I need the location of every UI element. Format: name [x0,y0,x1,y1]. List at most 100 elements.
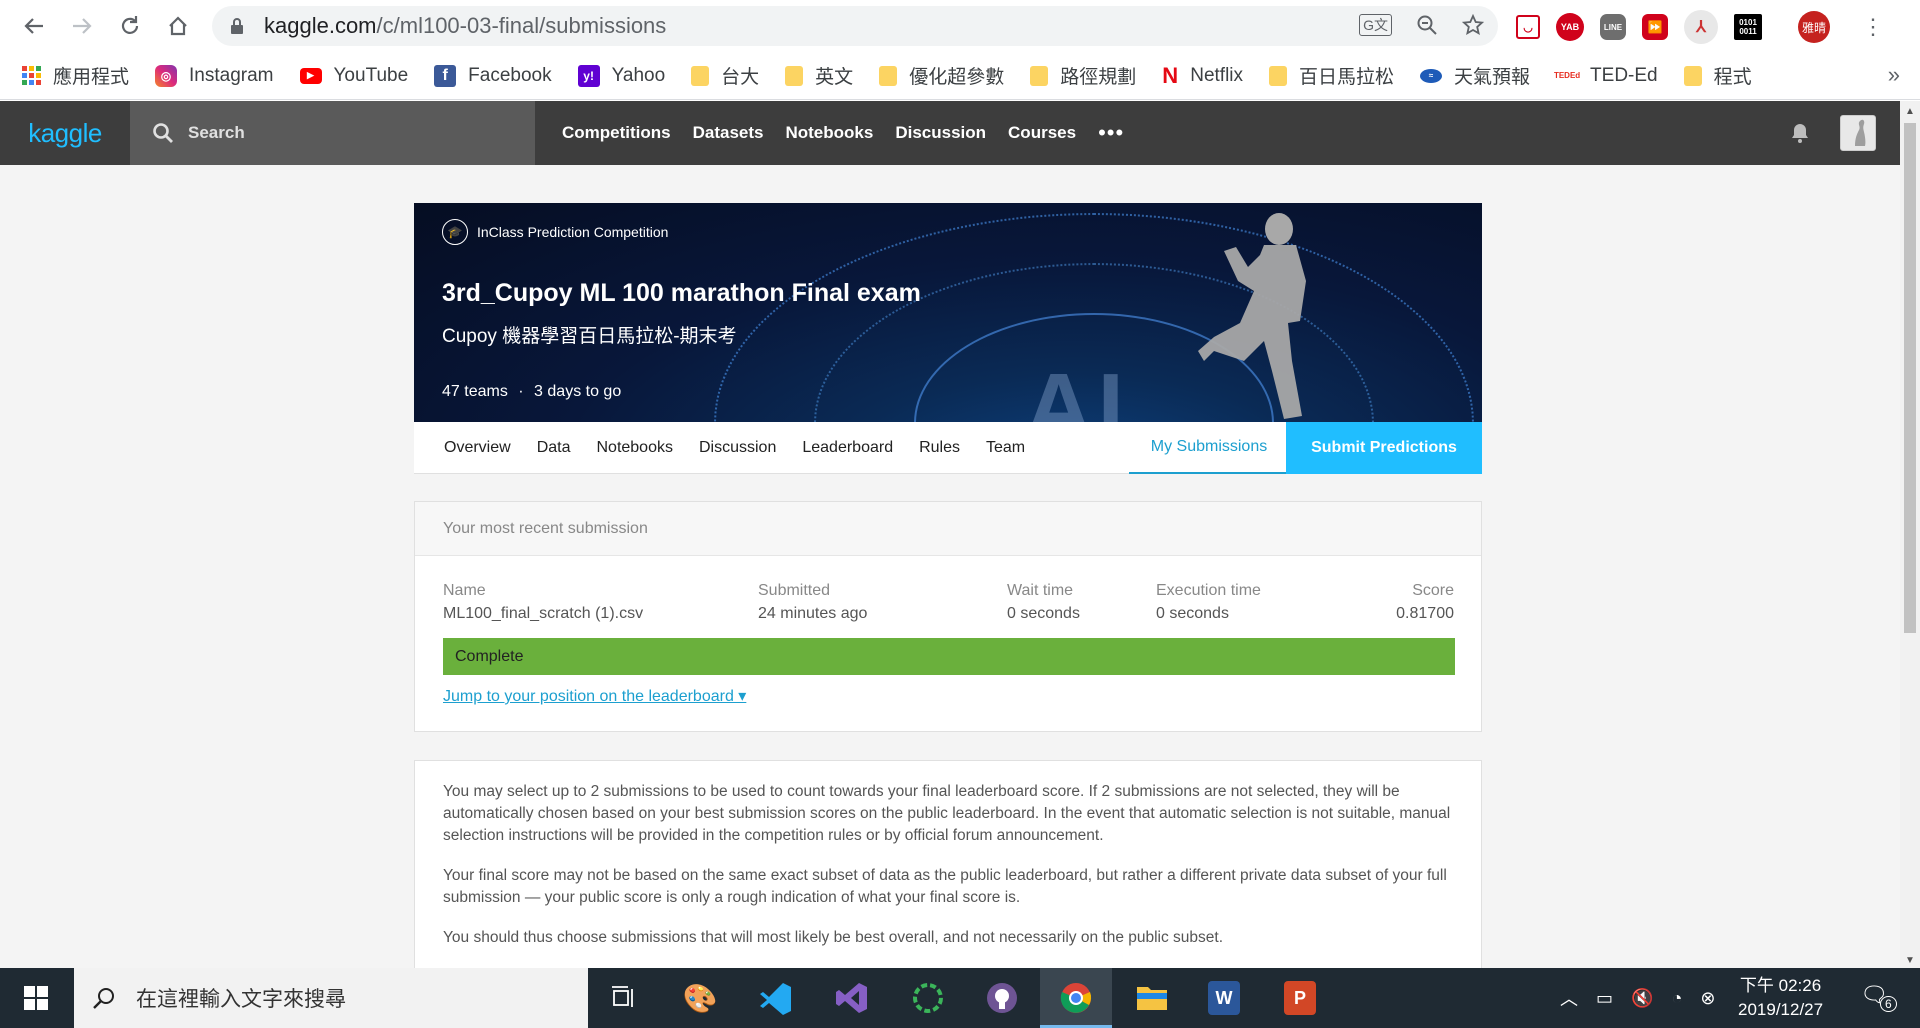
bookmark-ted-ed[interactable]: TEDEd TED-Ed [1554,64,1658,87]
bookmark-netflix[interactable]: N Netflix [1162,62,1243,88]
folder-icon [785,65,804,86]
pocket-icon[interactable]: ◡ [1516,15,1540,39]
user-avatar[interactable] [1840,115,1876,151]
meta-separator: · [518,383,524,400]
windows-logo-icon [24,986,48,1010]
competition-title: 3rd_Cupoy ML 100 marathon Final exam [442,279,921,307]
bookmark-label: 優化超參數 [909,67,1005,88]
name-label: Name [443,582,486,599]
competition-type-badge: 🎓 InClass Prediction Competition [442,219,668,245]
nav-discussion[interactable]: Discussion [895,123,986,143]
bookmark-label: 路徑規劃 [1060,67,1137,88]
bookmark-apps[interactable]: 應用程式 [22,62,129,89]
search-input[interactable]: Search [130,101,535,165]
weather-icon: ≈ [1420,68,1443,83]
github-icon[interactable] [982,978,1022,1018]
nav-competitions[interactable]: Competitions [562,123,671,143]
taskbar-search-input[interactable]: 在這裡輸入文字來搜尋 [74,968,588,1028]
kaggle-logo[interactable]: kaggle [0,101,130,165]
scroll-down-icon[interactable]: ▼ [1905,955,1915,966]
banner-ai-text: AI [1024,354,1128,422]
file-explorer-icon[interactable] [1132,978,1172,1018]
nav-notebooks[interactable]: Notebooks [785,123,873,143]
line-icon[interactable]: LINE [1600,14,1626,40]
kaggle-header: kaggle Search Competitions Datasets Note… [0,101,1900,165]
tab-rules[interactable]: Rules [919,439,960,457]
team-count: 47 teams [442,383,508,400]
bookmark-yahoo[interactable]: y! Yahoo [577,64,666,87]
scroll-up-icon[interactable]: ▲ [1905,106,1915,117]
bookmark-facebook[interactable]: f Facebook [434,64,552,87]
nav-courses[interactable]: Courses [1008,123,1076,143]
bookmark-label: Yahoo [611,64,666,86]
more-menu-icon[interactable]: ••• [1098,120,1124,146]
tab-team[interactable]: Team [986,439,1025,457]
paint-icon[interactable]: 🎨 [680,978,720,1018]
scrollbar-thumb[interactable] [1904,123,1916,633]
status-badge: Complete [443,638,1455,675]
taskbar-clock[interactable]: 下午 02:26 2019/12/27 [1738,974,1823,1022]
word-icon[interactable]: W [1208,981,1240,1015]
bookmark-folder-hyperparam[interactable]: 優化超參數 [879,62,1004,89]
bookmark-instagram[interactable]: ◎ Instagram [155,64,274,87]
netflix-icon: N [1162,62,1179,88]
bookmark-label: TED-Ed [1590,64,1658,86]
translate-icon[interactable]: G文 [1359,14,1392,36]
competition-tabs: Overview Data Notebooks Discussion Leade… [414,422,1482,474]
yab-icon[interactable]: YAB [1556,13,1584,41]
fast-forward-icon[interactable]: ⏩ [1642,14,1668,40]
start-button[interactable] [0,968,72,1028]
network-error-icon[interactable]: ⊗ [1700,988,1715,1009]
tab-overview[interactable]: Overview [444,439,511,457]
binary-icon[interactable]: 0101 0011 [1734,14,1762,40]
bookmark-folder-ntu[interactable]: 台大 [691,62,759,89]
battery-icon[interactable]: ▭ [1596,988,1613,1009]
vscode-icon[interactable] [756,978,796,1018]
bookmark-folder-marathon[interactable]: 百日馬拉松 [1269,62,1394,89]
circle-app-icon[interactable] [908,978,948,1018]
profile-avatar[interactable]: 雅晴 [1798,11,1830,43]
wifi-icon[interactable]: ◔ [1671,988,1682,1009]
address-bar[interactable]: kaggle.com/c/ml100-03-final/submissions … [212,6,1498,46]
page-scrollbar[interactable]: ▲ ▼ [1900,101,1920,968]
home-button[interactable] [158,6,198,46]
bookmark-folder-code[interactable]: 程式 [1683,62,1752,89]
forward-button[interactable] [62,6,102,46]
search-placeholder: Search [188,123,245,142]
bookmark-youtube[interactable]: ▶ YouTube [299,65,408,87]
notification-center-icon[interactable]: 🗨6 [1860,982,1905,1012]
jump-to-leaderboard-link[interactable]: Jump to your position on the leaderboard… [443,686,746,706]
bookmarks-overflow-icon[interactable]: » [1888,62,1900,88]
tab-discussion[interactable]: Discussion [699,439,776,457]
tab-data[interactable]: Data [537,439,571,457]
bookmark-folder-path-planning[interactable]: 路徑規劃 [1030,62,1136,89]
task-view-icon[interactable] [604,978,644,1018]
bookmark-folder-english[interactable]: 英文 [785,62,853,89]
bookmark-label: Facebook [468,64,552,86]
submission-name: Name ML100_final_scratch (1).csv [443,582,643,623]
tab-leaderboard[interactable]: Leaderboard [802,439,893,457]
bookmark-label: 百日馬拉松 [1299,67,1395,88]
chevron-up-icon[interactable]: ︿ [1560,985,1578,1011]
star-icon[interactable] [1462,14,1484,36]
folder-icon [1269,65,1288,86]
bookmark-label: 程式 [1713,67,1752,88]
tab-notebooks[interactable]: Notebooks [596,439,673,457]
chrome-icon[interactable] [1056,978,1096,1018]
bell-icon[interactable] [1788,121,1812,145]
bookmark-weather[interactable]: ≈ 天氣預報 [1420,62,1530,89]
back-button[interactable] [14,6,54,46]
reload-button[interactable] [110,6,150,46]
tab-my-submissions[interactable]: My Submissions [1129,422,1289,474]
taskbar-search-placeholder: 在這裡輸入文字來搜尋 [136,988,346,1011]
nav-datasets[interactable]: Datasets [693,123,764,143]
zoom-icon[interactable] [1416,14,1438,36]
volume-muted-icon[interactable]: 🔇 [1631,988,1653,1009]
powerpoint-icon[interactable]: P [1284,981,1316,1015]
competition-meta: 47 teams · 3 days to go [442,383,621,401]
pdf-icon[interactable]: ⅄ [1684,10,1718,44]
visual-studio-icon[interactable] [832,978,872,1018]
menu-kebab-icon[interactable]: ⋮ [1862,14,1884,40]
name-value: ML100_final_scratch (1).csv [443,605,644,622]
submit-predictions-button[interactable]: Submit Predictions [1286,422,1482,474]
